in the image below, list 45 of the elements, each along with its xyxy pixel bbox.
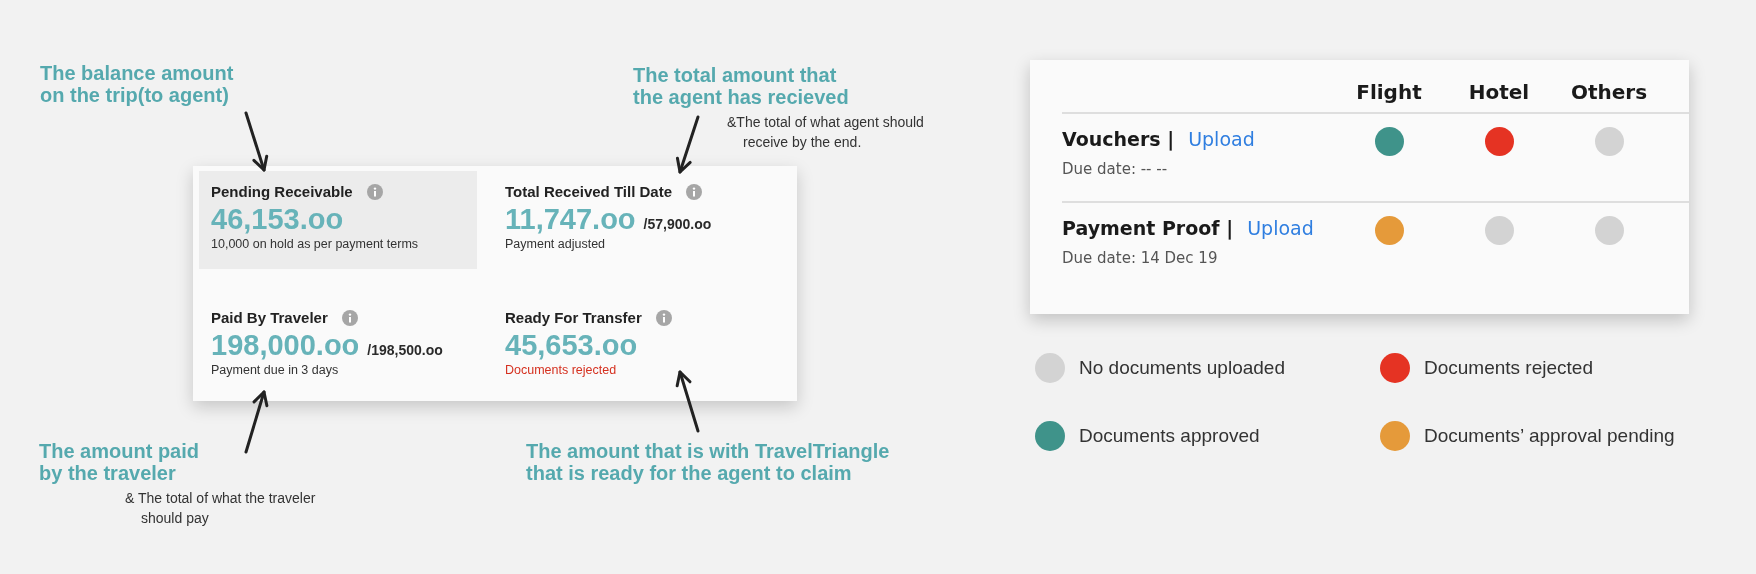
arrow [675,370,700,433]
info-icon[interactable] [655,309,672,326]
total-value: /57,900.oo [643,216,712,232]
annotation-note: & The total of what the traveler should pay [125,489,316,528]
summary-tile[interactable]: Paid By Traveler 198,000.oo /198,500.oo Payment due in 3 days [199,297,477,396]
column-header: Flight [1356,79,1422,106]
arrow [244,111,269,172]
upload-link[interactable]: Upload [1247,217,1314,239]
summary-tile[interactable]: Pending Receivable 46,153.oo 10,000 on hold as per payment terms [199,171,477,269]
annotation-note: &The total of what agent should receive by the end. [727,113,924,152]
info-icon[interactable] [686,183,702,200]
upload-link[interactable]: Upload [1188,128,1255,150]
legend-label: No documents uploaded [1079,357,1285,379]
arrow [244,390,269,454]
amount-value: 11,747.oo [505,203,636,236]
tile-label: Total Received Till Date [505,183,672,200]
total-value: /198,500.oo [367,342,443,358]
tile-label: Paid By Traveler [211,309,328,326]
annotation-title: The amount that is with TravelTriangle that is ready for the agent to claim [526,440,890,484]
amount-value: 46,153.oo [211,203,344,236]
column-header: Hotel [1468,79,1530,106]
legend-label: Documents approved [1079,425,1260,447]
annotation-title: The amount paid by the traveler [39,440,199,484]
tile-note: Documents rejected [505,363,618,377]
document-name: Payment Proof | [1062,217,1234,239]
legend-label: Documents rejected [1424,357,1593,379]
amount-value: 198,000.oo [211,329,360,362]
annotation-title: The balance amount on the trip(to agent) [40,62,234,106]
document-name: Vouchers | [1062,128,1175,150]
annotation-title: The total amount that the agent has recieved [633,64,849,108]
info-icon[interactable] [341,309,358,326]
summary-tile[interactable]: Total Received Till Date 11,747.oo /57,900.oo Payment adjusted [493,171,791,269]
info-icon[interactable] [366,183,383,200]
arrow [675,115,700,174]
due-date: Due date: -- -- [1062,160,1169,178]
due-date: Due date: 14 Dec 19 [1062,249,1219,267]
legend-label: Documents’ approval pending [1424,425,1675,447]
tile-note: Payment due in 3 days [211,363,340,377]
tile-label: Pending Receivable [211,183,353,200]
tile-label: Ready For Transfer [505,309,642,326]
column-header: Others [1570,79,1648,106]
summary-tile[interactable]: Ready For Transfer 45,653.oo Documents rejected [493,297,791,396]
tile-note: 10,000 on hold as per payment terms [211,237,420,251]
tile-note: Payment adjusted [505,237,607,251]
amount-value: 45,653.oo [505,329,638,362]
